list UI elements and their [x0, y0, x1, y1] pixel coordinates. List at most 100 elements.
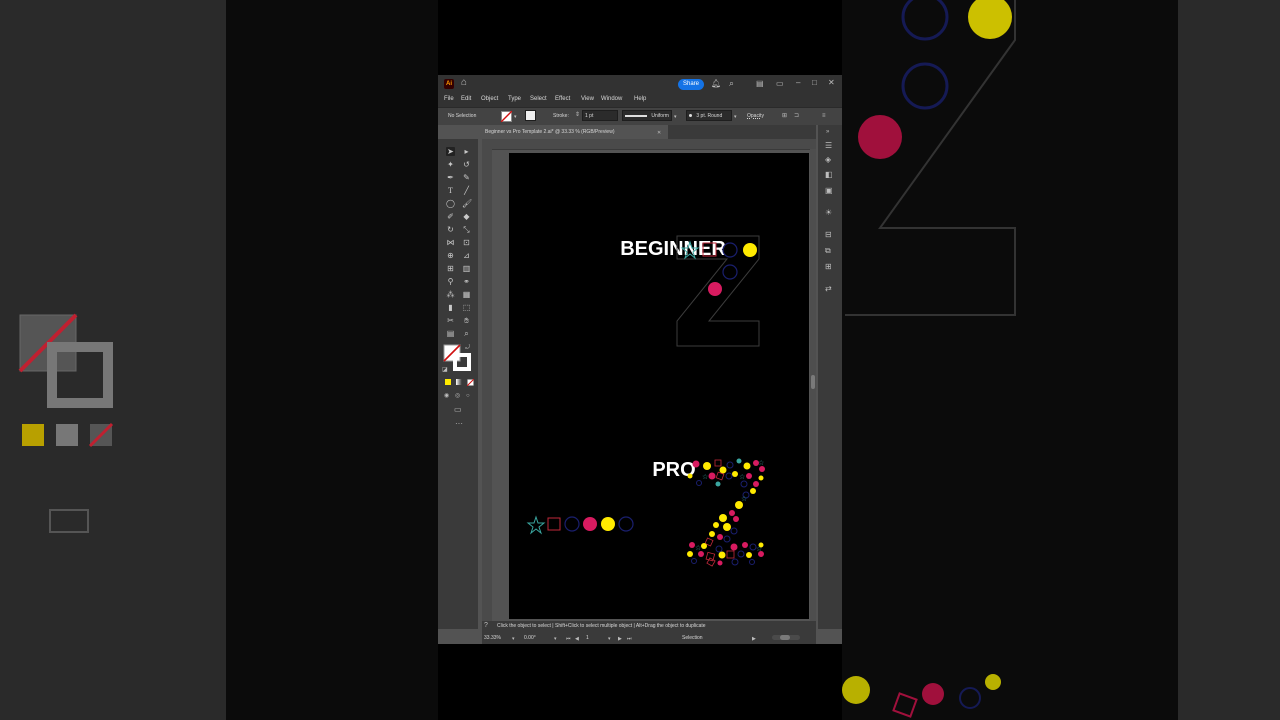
workspace-icon[interactable]: ▭: [776, 80, 784, 88]
free-transform-tool-icon[interactable]: ⊡: [462, 238, 471, 247]
draw-normal-icon[interactable]: ◉: [444, 392, 449, 400]
close-icon[interactable]: ✕: [828, 79, 835, 87]
horizontal-scrollbar[interactable]: [772, 635, 800, 640]
horizontal-scroll-thumb[interactable]: [780, 635, 790, 640]
type-tool-icon[interactable]: T: [446, 186, 455, 195]
mesh-tool-icon[interactable]: ⊞: [446, 264, 455, 273]
brush-definition[interactable]: 3 pt. Round: [686, 110, 732, 121]
menu-object[interactable]: Object: [481, 96, 498, 102]
hand-tool-icon[interactable]: ✋︎: [462, 316, 471, 325]
chevron-down-icon[interactable]: ▾: [512, 635, 515, 643]
menu-file[interactable]: File: [444, 96, 454, 102]
chevron-down-icon[interactable]: ▾: [734, 113, 737, 121]
rotate-tool-icon[interactable]: ↻: [446, 225, 455, 234]
bell-icon[interactable]: 🔔︎: [711, 80, 721, 88]
rotation-value[interactable]: 0.00°: [524, 635, 536, 641]
last-artboard-icon[interactable]: ⏭: [627, 635, 632, 643]
menu-select[interactable]: Select: [530, 96, 547, 102]
status-menu-icon[interactable]: ▶: [752, 635, 756, 643]
fill-swatch[interactable]: [501, 111, 512, 122]
gradient-tool-icon[interactable]: ▥: [462, 264, 471, 273]
swap-panel-icon[interactable]: ⇄: [825, 285, 832, 293]
panel-menu-icon[interactable]: ≡: [822, 112, 826, 120]
arrange-documents-icon[interactable]: ▤: [756, 80, 764, 88]
transform-panel-icon[interactable]: ⊞: [825, 263, 832, 271]
print-tiling-tool-icon[interactable]: ▤: [446, 329, 455, 338]
stroke-weight-field[interactable]: 1 pt: [582, 110, 618, 121]
paintbrush-tool-icon[interactable]: 🖌︎: [462, 199, 472, 208]
scrollbar-thumb[interactable]: [811, 375, 815, 389]
menu-effect[interactable]: Effect: [555, 96, 570, 102]
none-mode-icon[interactable]: [467, 379, 474, 386]
draw-behind-icon[interactable]: ◎: [455, 392, 460, 400]
pro-z-scatter-artwork[interactable]: ☆ ☆ ☆ ☆ ☆ ☆: [509, 153, 809, 619]
menu-help[interactable]: Help: [634, 96, 646, 102]
swap-fill-stroke-icon[interactable]: ⤾: [465, 344, 470, 352]
chevron-down-icon[interactable]: ▾: [608, 635, 611, 643]
more-tools-icon[interactable]: ···: [455, 420, 463, 428]
menu-view[interactable]: View: [581, 96, 594, 102]
draw-inside-icon[interactable]: ○: [466, 392, 470, 400]
transform-icon[interactable]: ⊐: [794, 112, 799, 120]
lasso-tool-icon[interactable]: ↺: [462, 160, 471, 169]
share-button[interactable]: Share: [678, 79, 704, 90]
stroke-swatch[interactable]: [525, 110, 536, 121]
minimize-icon[interactable]: –: [796, 79, 800, 87]
graph-tool-icon[interactable]: ▮: [446, 303, 455, 312]
variable-width-profile[interactable]: Uniform: [622, 110, 672, 121]
magic-wand-tool-icon[interactable]: ✦: [446, 160, 455, 169]
pathfinder-icon[interactable]: ⧉: [825, 247, 831, 255]
width-tool-icon[interactable]: ⋈: [446, 238, 455, 247]
symbol-sprayer-tool-icon[interactable]: ⁂: [446, 290, 455, 299]
chevron-down-icon[interactable]: ▾: [674, 113, 677, 121]
search-icon[interactable]: ⌕: [729, 79, 734, 88]
color-mode-icon[interactable]: [445, 379, 451, 385]
line-tool-icon[interactable]: ╱: [462, 186, 471, 195]
maximize-icon[interactable]: □: [812, 79, 817, 87]
collapse-panels-icon[interactable]: »: [826, 128, 829, 136]
close-tab-icon[interactable]: ✕: [657, 129, 661, 137]
slice-tool-icon[interactable]: ✂: [446, 316, 455, 325]
align-icon[interactable]: ⊞: [782, 112, 787, 120]
menu-edit[interactable]: Edit: [461, 96, 471, 102]
pen-tool-icon[interactable]: ✒: [446, 173, 455, 182]
default-colors-icon[interactable]: ◪: [442, 366, 448, 374]
zoom-level[interactable]: 33.33%: [484, 635, 501, 641]
home-icon[interactable]: ⌂: [461, 78, 467, 88]
eyedropper-tool-icon[interactable]: ⚲: [446, 277, 455, 286]
next-artboard-icon[interactable]: ▶: [618, 635, 622, 643]
artboard[interactable]: BEGINNER PRO ☆ ☆ ☆ ☆ ☆ ☆: [509, 153, 809, 619]
artboard-tool-icon[interactable]: ⬚: [462, 303, 471, 312]
help-icon[interactable]: ?: [484, 622, 488, 630]
selection-tool-icon[interactable]: ➤: [446, 147, 455, 156]
eraser-tool-icon[interactable]: ◆: [462, 212, 471, 221]
ellipse-tool-icon[interactable]: ◯: [446, 199, 455, 208]
perspective-grid-tool-icon[interactable]: ⊿: [462, 251, 471, 260]
layers-icon[interactable]: ◈: [825, 156, 831, 164]
scale-tool-icon[interactable]: ⤡: [462, 225, 471, 234]
zoom-tool-icon[interactable]: ⌕: [462, 329, 471, 338]
shape-builder-tool-icon[interactable]: ⊕: [446, 251, 455, 260]
opacity-link[interactable]: Opacity: [747, 113, 764, 119]
direct-selection-tool-icon[interactable]: ▸: [462, 147, 471, 156]
first-artboard-icon[interactable]: ⏮: [566, 635, 571, 643]
menu-window[interactable]: Window: [601, 96, 622, 102]
align-panel-icon[interactable]: ⊟: [825, 231, 832, 239]
blend-tool-icon[interactable]: ⚭: [462, 277, 471, 286]
menu-type[interactable]: Type: [508, 96, 521, 102]
chevron-down-icon[interactable]: ▾: [514, 113, 517, 121]
column-graph-tool-icon[interactable]: ▦: [462, 290, 471, 299]
properties-icon[interactable]: ☰: [825, 142, 832, 150]
artboard-number[interactable]: 1: [586, 635, 589, 641]
appearance-icon[interactable]: ☀: [825, 209, 832, 217]
gradient-mode-icon[interactable]: [456, 379, 462, 385]
color-panel-icon[interactable]: ▣: [825, 187, 833, 195]
stepper-icon[interactable]: ⇕: [575, 111, 580, 119]
screen-mode-icon[interactable]: ▭: [454, 406, 462, 414]
curvature-tool-icon[interactable]: ✎: [462, 173, 471, 182]
document-tab[interactable]: Beginner vs Pro Template 2.ai* @ 33.33 %…: [482, 125, 668, 139]
libraries-icon[interactable]: ◧: [825, 171, 833, 179]
shaper-tool-icon[interactable]: ✐: [446, 212, 455, 221]
previous-artboard-icon[interactable]: ◀: [575, 635, 579, 643]
chevron-down-icon[interactable]: ▾: [554, 635, 557, 643]
